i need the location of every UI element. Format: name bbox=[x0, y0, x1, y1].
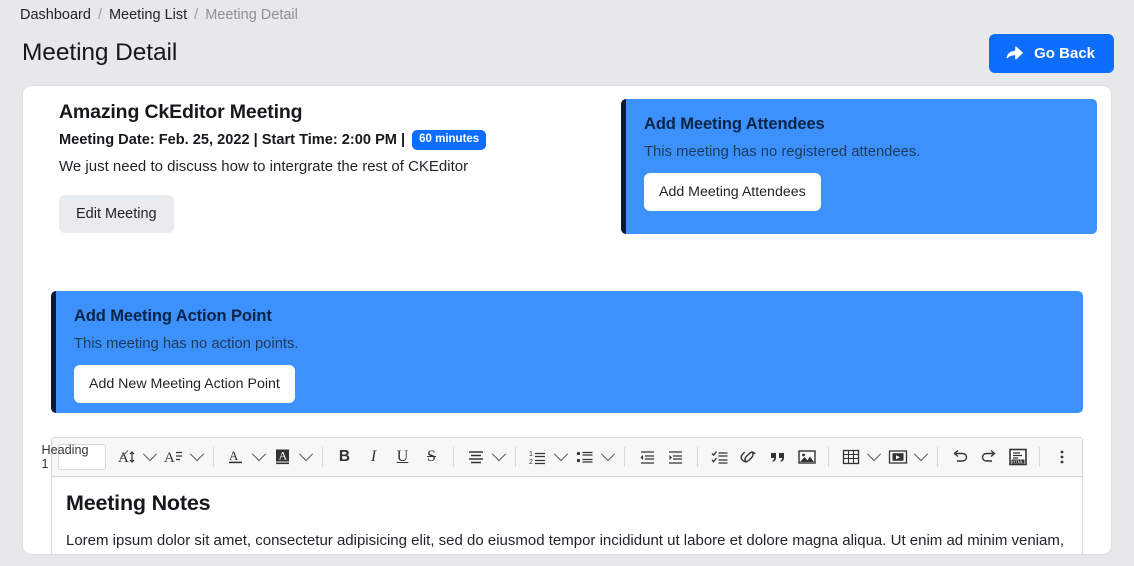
page-title: Meeting Detail bbox=[22, 39, 178, 66]
svg-text:A: A bbox=[278, 449, 287, 463]
font-background-color-dropdown[interactable] bbox=[297, 443, 315, 472]
ckeditor: Heading 1 A A A A B I U S 1 2 HTML Meeti… bbox=[42, 437, 1083, 554]
block-quote-button[interactable] bbox=[763, 443, 792, 472]
italic-icon: I bbox=[370, 448, 377, 465]
strikethrough-button[interactable]: S bbox=[417, 443, 446, 472]
toolbar-separator bbox=[1039, 447, 1040, 467]
ckeditor-content-area[interactable]: Meeting Notes Lorem ipsum dolor sit amet… bbox=[52, 477, 1082, 554]
overflow-menu-icon bbox=[1060, 450, 1063, 464]
numbered-list-button[interactable]: 12 bbox=[523, 443, 552, 472]
add-new-meeting-action-point-button[interactable]: Add New Meeting Action Point bbox=[74, 365, 295, 403]
meeting-summary-row: Amazing CkEditor Meeting Meeting Date: F… bbox=[37, 98, 1097, 234]
source-html-button[interactable]: HTML bbox=[1003, 443, 1032, 472]
go-back-button[interactable]: Go Back bbox=[989, 33, 1114, 73]
svg-text:2: 2 bbox=[529, 459, 533, 466]
edit-meeting-button[interactable]: Edit Meeting bbox=[59, 194, 174, 233]
chevron-down-icon bbox=[251, 447, 267, 462]
toolbar-separator bbox=[828, 447, 829, 467]
breadcrumb: Dashboard / Meeting List / Meeting Detai… bbox=[0, 0, 1134, 25]
numbered-list-dropdown[interactable] bbox=[552, 443, 570, 472]
breadcrumb-item-dashboard[interactable]: Dashboard bbox=[20, 5, 91, 25]
font-color-dropdown[interactable] bbox=[250, 443, 268, 472]
chevron-down-icon bbox=[600, 447, 616, 462]
add-meeting-attendees-button[interactable]: Add Meeting Attendees bbox=[644, 173, 821, 211]
bulleted-list-dropdown[interactable] bbox=[599, 443, 617, 472]
notes-heading: Meeting Notes bbox=[66, 491, 211, 515]
meeting-detail-card: Amazing CkEditor Meeting Meeting Date: F… bbox=[22, 85, 1112, 555]
ckeditor-toolbar: Heading 1 A A A A B I U S 1 2 HTML bbox=[42, 438, 1082, 477]
bulleted-list-button[interactable] bbox=[570, 443, 599, 472]
action-point-panel: Add Meeting Action Point This meeting ha… bbox=[51, 291, 1083, 413]
attendees-panel-heading: Add Meeting Attendees bbox=[644, 115, 825, 133]
increase-indent-button[interactable] bbox=[661, 443, 690, 472]
breadcrumb-separator: / bbox=[97, 7, 102, 23]
italic-button[interactable]: I bbox=[359, 443, 388, 472]
chevron-down-icon bbox=[913, 447, 929, 462]
meeting-info: Amazing CkEditor Meeting Meeting Date: F… bbox=[37, 98, 607, 233]
breadcrumb-item-meeting-detail: Meeting Detail bbox=[205, 7, 298, 23]
meeting-meta: Meeting Date: Feb. 25, 2022 | Start Time… bbox=[59, 130, 607, 150]
text-alignment-dropdown[interactable] bbox=[490, 443, 508, 472]
breadcrumb-item-meeting-list[interactable]: Meeting List bbox=[109, 5, 187, 25]
page-header: Meeting Detail Go Back bbox=[0, 25, 1134, 75]
toolbar-separator bbox=[213, 447, 214, 467]
action-point-empty-text: This meeting has no action points. bbox=[74, 336, 299, 352]
insert-media-dropdown[interactable] bbox=[912, 443, 930, 472]
meeting-datetime-text: Meeting Date: Feb. 25, 2022 | Start Time… bbox=[59, 131, 406, 148]
decrease-indent-button[interactable] bbox=[632, 443, 661, 472]
attendees-panel: Add Meeting Attendees This meeting has n… bbox=[621, 99, 1097, 234]
underline-icon: U bbox=[396, 448, 409, 465]
chevron-down-icon bbox=[491, 447, 507, 462]
font-color-button[interactable]: A bbox=[221, 443, 250, 472]
notes-paragraph: Lorem ipsum dolor sit amet, consectetur … bbox=[66, 532, 1064, 549]
undo-button[interactable] bbox=[945, 443, 974, 472]
bold-icon: B bbox=[338, 448, 351, 466]
underline-button[interactable]: U bbox=[388, 443, 417, 472]
insert-media-button[interactable] bbox=[883, 443, 912, 472]
font-size-dropdown[interactable] bbox=[141, 443, 159, 472]
svg-text:1: 1 bbox=[529, 451, 533, 458]
toolbar-separator bbox=[322, 447, 323, 467]
heading-dropdown-value: Heading 1 bbox=[41, 443, 89, 471]
meeting-description: We just need to discuss how to intergrat… bbox=[59, 157, 469, 175]
insert-table-dropdown[interactable] bbox=[865, 443, 883, 472]
todo-list-button[interactable] bbox=[705, 443, 734, 472]
text-alignment-button[interactable] bbox=[461, 443, 490, 472]
font-family-dropdown[interactable] bbox=[188, 443, 206, 472]
heading-dropdown[interactable]: Heading 1 bbox=[42, 443, 129, 471]
chevron-down-icon bbox=[189, 447, 205, 462]
breadcrumb-separator: / bbox=[194, 7, 199, 23]
insert-table-button[interactable] bbox=[836, 443, 865, 472]
chevron-down-icon bbox=[866, 447, 882, 462]
strikethrough-icon: S bbox=[427, 448, 436, 465]
meeting-title: Amazing CkEditor Meeting bbox=[59, 101, 303, 123]
svg-text:A: A bbox=[164, 450, 175, 466]
duration-badge: 60 minutes bbox=[412, 130, 487, 150]
font-background-color-button[interactable]: A bbox=[268, 443, 297, 472]
attendees-empty-text: This meeting has no registered attendees… bbox=[644, 144, 921, 160]
arrow-forward-icon bbox=[1005, 45, 1024, 61]
link-button[interactable] bbox=[734, 443, 763, 472]
chevron-down-icon bbox=[553, 447, 569, 462]
bold-button[interactable]: B bbox=[330, 443, 359, 472]
toolbar-separator bbox=[453, 447, 454, 467]
action-point-panel-heading: Add Meeting Action Point bbox=[74, 307, 272, 325]
font-size-button[interactable]: A bbox=[112, 443, 141, 472]
toolbar-separator bbox=[624, 447, 625, 467]
chevron-down-icon bbox=[142, 447, 158, 462]
svg-text:HTML: HTML bbox=[1012, 459, 1024, 464]
chevron-down-icon bbox=[298, 447, 314, 462]
insert-image-button[interactable] bbox=[792, 443, 821, 472]
toolbar-separator bbox=[515, 447, 516, 467]
toolbar-separator bbox=[697, 447, 698, 467]
go-back-label: Go Back bbox=[1034, 44, 1095, 62]
toolbar-separator bbox=[937, 447, 938, 467]
overflow-menu-button[interactable] bbox=[1047, 443, 1076, 472]
font-family-button[interactable]: A bbox=[159, 443, 188, 472]
svg-text:A: A bbox=[229, 448, 239, 463]
redo-button[interactable] bbox=[974, 443, 1003, 472]
